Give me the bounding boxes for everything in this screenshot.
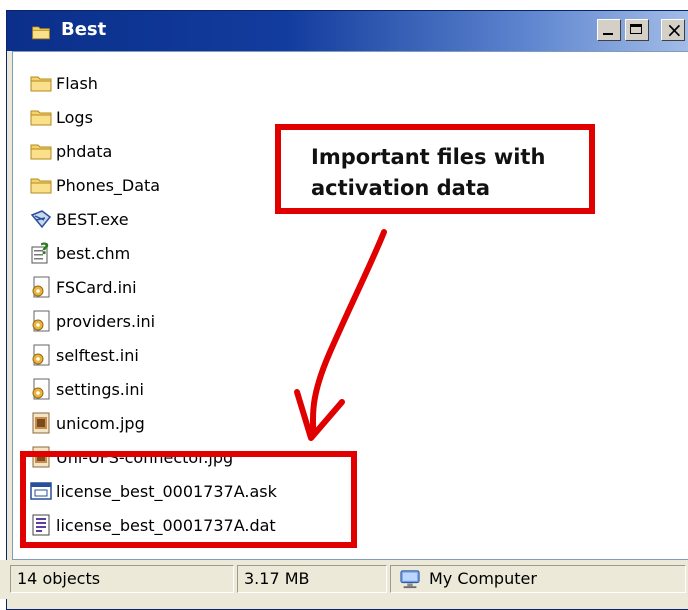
minimize-button[interactable] bbox=[597, 19, 621, 41]
callout-line-1: Important files with bbox=[311, 145, 546, 169]
file-name: Phones_Data bbox=[56, 175, 161, 195]
file-name: unicom.jpg bbox=[56, 413, 145, 433]
file-item[interactable]: Phones_Data bbox=[29, 168, 277, 202]
file-item[interactable]: BEST.exe bbox=[29, 202, 277, 236]
window-title: Best bbox=[61, 19, 107, 40]
file-name: Logs bbox=[56, 107, 93, 127]
my-computer-icon bbox=[400, 570, 420, 589]
folder-icon bbox=[29, 139, 53, 163]
callout-box: Important files with activation data bbox=[275, 124, 595, 214]
status-bar: 14 objects 3.17 MB My Computer bbox=[0, 560, 688, 599]
status-size: 3.17 MB bbox=[237, 565, 387, 593]
ini-icon bbox=[29, 309, 53, 333]
close-button[interactable] bbox=[661, 18, 685, 42]
ini-icon bbox=[29, 343, 53, 367]
file-name: settings.ini bbox=[56, 379, 144, 399]
file-name: FSCard.ini bbox=[56, 277, 137, 297]
file-item[interactable]: best.chm bbox=[29, 236, 277, 270]
file-item[interactable]: unicom.jpg bbox=[29, 406, 277, 440]
file-name: BEST.exe bbox=[56, 209, 129, 229]
file-item[interactable]: FSCard.ini bbox=[29, 270, 277, 304]
file-item[interactable]: providers.ini bbox=[29, 304, 277, 338]
file-item[interactable]: settings.ini bbox=[29, 372, 277, 406]
folder-icon bbox=[29, 71, 53, 95]
ini-icon bbox=[29, 377, 53, 401]
image-icon bbox=[29, 411, 53, 435]
file-name: selftest.ini bbox=[56, 345, 139, 365]
folder-icon bbox=[27, 22, 55, 42]
file-item[interactable]: phdata bbox=[29, 134, 277, 168]
file-item[interactable]: selftest.ini bbox=[29, 338, 277, 372]
status-zone: My Computer bbox=[390, 565, 686, 593]
exe-icon bbox=[29, 207, 53, 231]
status-object-count: 14 objects bbox=[10, 565, 234, 593]
callout-text: Important files with activation data bbox=[311, 142, 545, 204]
zone-label: My Computer bbox=[429, 569, 537, 588]
file-name: Flash bbox=[56, 73, 98, 93]
file-name: phdata bbox=[56, 141, 113, 161]
license-files-highlight bbox=[20, 451, 357, 548]
file-item[interactable]: Logs bbox=[29, 100, 277, 134]
folder-icon bbox=[29, 173, 53, 197]
ini-icon bbox=[29, 275, 53, 299]
file-name: providers.ini bbox=[56, 311, 156, 331]
callout-line-2: activation data bbox=[311, 176, 491, 200]
title-bar[interactable]: Best bbox=[7, 11, 688, 51]
help-icon bbox=[29, 241, 53, 265]
maximize-button[interactable] bbox=[625, 19, 649, 41]
file-name: best.chm bbox=[56, 243, 131, 263]
file-item[interactable]: Flash bbox=[29, 66, 277, 100]
folder-icon bbox=[29, 105, 53, 129]
